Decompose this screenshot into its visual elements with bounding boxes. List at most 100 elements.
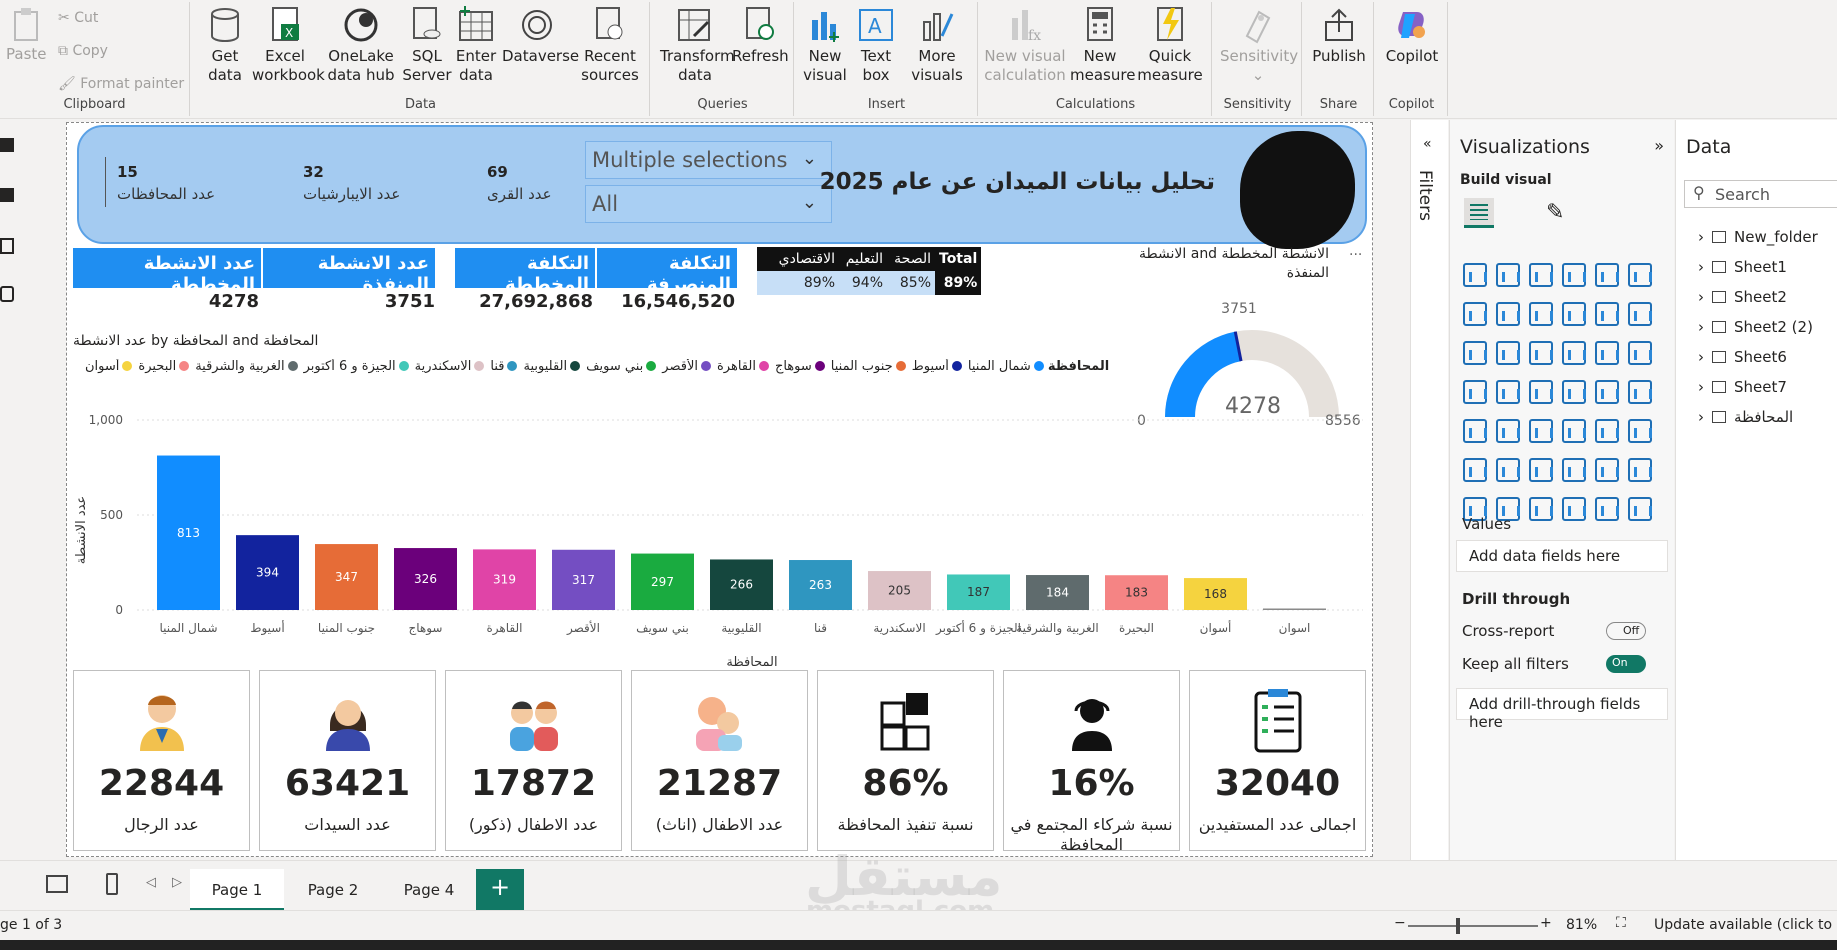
bar[interactable] (1263, 608, 1326, 611)
drill-drop-zone[interactable]: Add drill-through fields here (1456, 688, 1668, 731)
legend-item[interactable]: جنوب المنيا (831, 359, 906, 374)
visual-type-icon[interactable] (1595, 419, 1619, 443)
refresh-button[interactable]: Refresh (732, 6, 789, 66)
visual-type-icon[interactable] (1463, 341, 1487, 365)
legend-item[interactable]: الاسكندرية (415, 359, 485, 374)
visual-type-icon[interactable] (1496, 263, 1520, 287)
copilot-button[interactable]: Copilot (1380, 6, 1444, 66)
visual-type-icon[interactable] (1529, 458, 1553, 482)
legend-item[interactable]: بني سويف (586, 359, 657, 374)
mobile-layout-icon[interactable] (106, 873, 118, 895)
visual-type-icon[interactable] (1595, 263, 1619, 287)
page-tab-2[interactable]: Page 2 (286, 869, 380, 911)
collapse-icon[interactable]: » (1654, 136, 1664, 155)
visual-type-icon[interactable] (1529, 419, 1553, 443)
legend-item[interactable]: سوهاج (775, 359, 825, 374)
cross-report-toggle[interactable]: Off (1606, 622, 1646, 640)
zoom-out-icon[interactable]: − (1394, 915, 1406, 931)
next-page-icon[interactable]: ▷ (172, 875, 182, 890)
report-view-icon[interactable] (0, 138, 14, 152)
legend-item[interactable]: شمال المنيا (968, 359, 1044, 374)
visual-type-icon[interactable] (1496, 302, 1520, 326)
visual-type-icon[interactable] (1463, 380, 1487, 404)
new-visual-calc-button[interactable]: fx New visual calculation (984, 6, 1066, 85)
legend-item[interactable]: أسيوط (912, 359, 962, 374)
legend-item[interactable]: القاهرة (717, 359, 769, 374)
visual-type-icon[interactable] (1628, 419, 1652, 443)
enter-data-button[interactable]: Enter data (454, 6, 498, 85)
legend-item[interactable]: الأقصر (662, 359, 711, 374)
visual-type-icon[interactable] (1628, 458, 1652, 482)
legend-item[interactable]: قنا (490, 359, 518, 374)
legend-item[interactable]: البحيرة (138, 359, 190, 374)
visual-type-icon[interactable] (1628, 497, 1652, 521)
visual-type-icon[interactable] (1628, 380, 1652, 404)
visual-type-icon[interactable] (1562, 263, 1586, 287)
prev-page-icon[interactable]: ◁ (146, 875, 156, 890)
visual-type-icon[interactable] (1496, 380, 1520, 404)
fit-page-icon[interactable]: ⛶ (1616, 915, 1626, 931)
quick-measure-button[interactable]: Quick measure (1132, 6, 1208, 85)
visual-type-icon[interactable] (1562, 497, 1586, 521)
visual-type-icon[interactable] (1628, 341, 1652, 365)
slicer-dropdown[interactable]: Multiple selections ⌄ (585, 141, 832, 179)
visual-type-icon[interactable] (1562, 419, 1586, 443)
visual-type-icon[interactable] (1628, 263, 1652, 287)
table-item[interactable]: › Sheet1 (1698, 258, 1787, 276)
text-box-button[interactable]: A Text box (854, 6, 898, 85)
visual-type-icon[interactable] (1595, 380, 1619, 404)
zoom-thumb[interactable] (1456, 918, 1460, 934)
visual-type-icon[interactable] (1595, 458, 1619, 482)
excel-workbook-button[interactable]: X Excel workbook (252, 6, 325, 85)
legend-item[interactable]: القليوبية (523, 359, 581, 374)
visual-type-icon[interactable] (1463, 458, 1487, 482)
visual-type-icon[interactable] (1463, 419, 1487, 443)
zoom-slider[interactable] (1408, 918, 1538, 934)
sql-server-button[interactable]: SQL Server (402, 6, 452, 85)
update-notice[interactable]: Update available (click to do (1654, 917, 1837, 933)
filters-pane[interactable]: « Filters (1410, 120, 1448, 860)
publish-button[interactable]: Publish (1308, 6, 1370, 66)
format-painter-button[interactable]: 🖌 Format painter (58, 76, 184, 92)
visual-type-icon[interactable] (1529, 497, 1553, 521)
visual-type-icon[interactable] (1496, 341, 1520, 365)
legend-item[interactable]: الجيزة و 6 أكتوبر (304, 359, 409, 374)
transform-data-button[interactable]: Transform data (660, 6, 735, 85)
sensitivity-button[interactable]: Sensitivity ⌄ (1220, 6, 1298, 85)
table-item[interactable]: › Sheet2 (2) (1698, 318, 1813, 336)
table-item[interactable]: › Sheet6 (1698, 348, 1787, 366)
legend-item[interactable]: أسوان (85, 359, 133, 374)
build-visual-tab[interactable] (1464, 198, 1494, 228)
get-data-button[interactable]: Get data (200, 6, 250, 85)
cut-button[interactable]: ✂ Cut (58, 10, 98, 26)
page-tab-4[interactable]: Page 4 (382, 869, 476, 911)
format-visual-icon[interactable]: ✎ (1546, 200, 1564, 225)
dataverse-button[interactable]: Dataverse (502, 6, 579, 66)
keep-filters-toggle[interactable]: On (1606, 655, 1646, 673)
visual-type-icon[interactable] (1529, 341, 1553, 365)
table-item[interactable]: › المحافظة (1698, 408, 1793, 426)
visual-type-icon[interactable] (1496, 458, 1520, 482)
model-view-icon[interactable] (0, 238, 14, 254)
visual-type-icon[interactable] (1463, 263, 1487, 287)
visual-type-icon[interactable] (1529, 302, 1553, 326)
slicer-dropdown[interactable]: All ⌄ (585, 185, 832, 223)
more-options-icon[interactable]: ··· (1349, 247, 1362, 263)
recent-sources-button[interactable]: Recent sources (578, 6, 642, 85)
visual-type-icon[interactable] (1496, 419, 1520, 443)
visual-type-icon[interactable] (1463, 302, 1487, 326)
visual-type-icon[interactable] (1529, 380, 1553, 404)
visual-type-icon[interactable] (1529, 263, 1553, 287)
expand-icon[interactable]: « (1423, 136, 1432, 152)
zoom-in-icon[interactable]: + (1540, 915, 1552, 931)
visual-type-icon[interactable] (1562, 380, 1586, 404)
new-visual-button[interactable]: New visual (800, 6, 850, 85)
dax-view-icon[interactable] (0, 286, 14, 302)
table-item[interactable]: › Sheet2 (1698, 288, 1787, 306)
more-visuals-button[interactable]: More visuals (902, 6, 972, 85)
copy-button[interactable]: ⧉ Copy (58, 43, 108, 59)
visual-type-icon[interactable] (1562, 341, 1586, 365)
table-item[interactable]: › New_folder (1698, 228, 1818, 246)
visual-type-icon[interactable] (1562, 302, 1586, 326)
visual-type-icon[interactable] (1595, 341, 1619, 365)
